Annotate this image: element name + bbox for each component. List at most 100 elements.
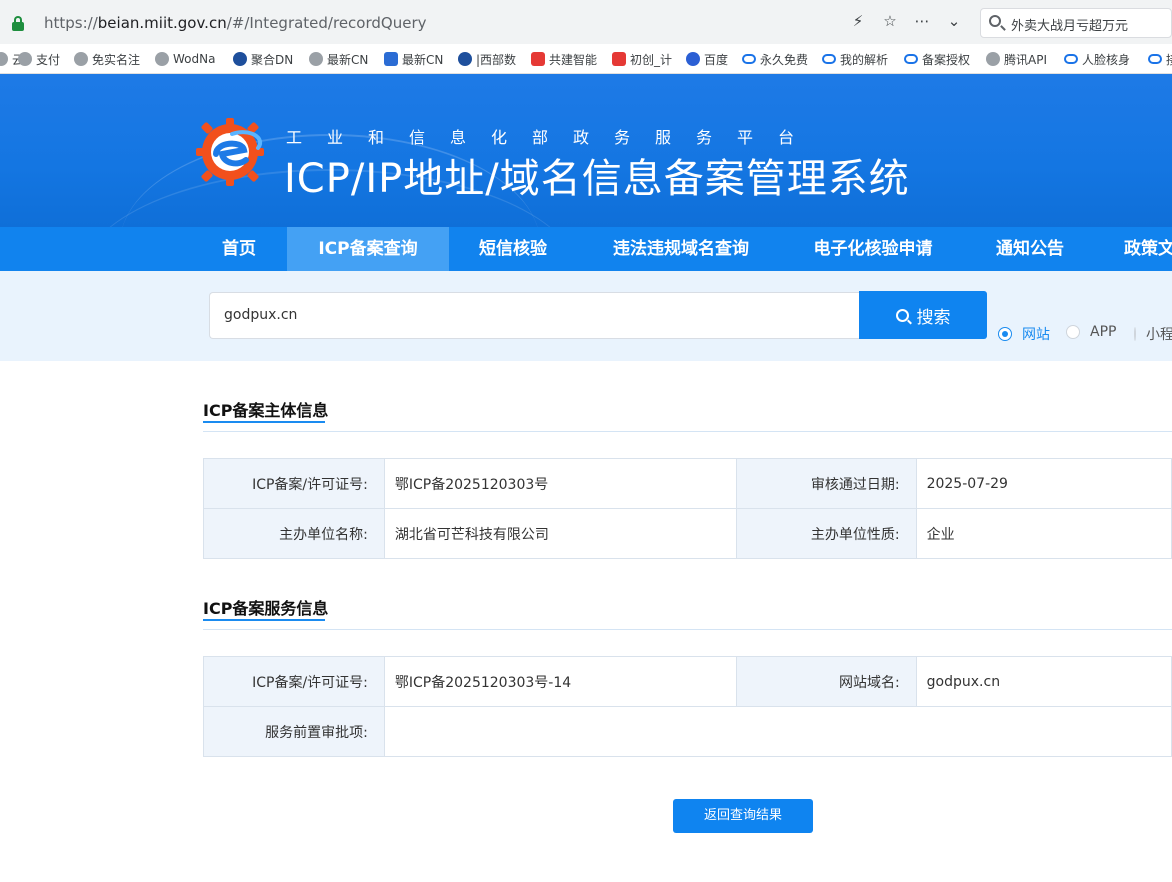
bookmark-item[interactable]: 初创_计: [612, 51, 672, 67]
service-license-value: 鄂ICP备2025120303号-14: [383, 656, 738, 707]
page-title: ICP/IP地址/域名信息备案管理系统: [284, 156, 910, 202]
bookmark-item[interactable]: 永久免费: [742, 51, 808, 67]
radio-label: APP: [1090, 324, 1117, 340]
bookmark-item[interactable]: 共建智能: [531, 51, 597, 67]
table-row: 主办单位名称: 湖北省可芒科技有限公司 主办单位性质: 企业: [203, 508, 1172, 559]
bookmark-item[interactable]: 最新CN: [309, 51, 368, 67]
domain-search-input[interactable]: godpux.cn: [209, 292, 859, 339]
bookmark-item[interactable]: 接: [1148, 51, 1172, 67]
table-row: 服务前置审批项:: [203, 706, 1172, 757]
table-row: ICP备案/许可证号: 鄂ICP备2025120303号-14 网站域名: go…: [203, 656, 1172, 707]
search-button-label: 搜索: [916, 307, 951, 328]
bookmark-label: 初创_计: [630, 52, 673, 67]
bookmark-label: 支付: [36, 52, 61, 67]
bookmark-blue-icon: [384, 52, 398, 66]
domain-label: 网站域名:: [736, 656, 917, 707]
nav-illegal-domain[interactable]: 违法违规域名查询: [588, 227, 774, 271]
bookmark-label: 最新CN: [402, 52, 444, 67]
bookmark-label: 备案授权: [922, 52, 971, 67]
license-label: ICP备案/许可证号:: [203, 458, 385, 509]
nav-home[interactable]: 首页: [200, 227, 278, 271]
bookmark-label: 我的解析: [840, 52, 889, 67]
site-banner: 工业和信息化部政务服务平台 ICP/IP地址/域名信息备案管理系统: [0, 74, 1172, 227]
bookmark-cloud-icon: [904, 54, 918, 64]
bookmark-item[interactable]: 腾讯API: [986, 51, 1047, 67]
bookmark-red-icon: [612, 52, 626, 66]
nav-sms-verify[interactable]: 短信核验: [458, 227, 568, 271]
radio-app[interactable]: APP: [1066, 324, 1116, 340]
org-type-value: 企业: [915, 508, 1172, 559]
search-button[interactable]: 搜索: [859, 291, 987, 339]
address-bar[interactable]: https://beian.miit.gov.cn/#/Integrated/r…: [4, 8, 972, 38]
table-row: ICP备案/许可证号: 鄂ICP备2025120303号 审核通过日期: 202…: [203, 458, 1172, 509]
radio-website[interactable]: 网站: [998, 324, 1050, 344]
miit-logo-icon: [196, 118, 264, 186]
bookmark-item[interactable]: 人脸核身: [1064, 51, 1130, 67]
bookmark-item[interactable]: WodNa: [155, 51, 215, 67]
search-icon: [989, 15, 1001, 27]
bookmark-dark-icon: [458, 52, 472, 66]
bookmark-red-icon: [531, 52, 545, 66]
radio-dot: [1066, 325, 1080, 339]
bookmark-globe-icon: [0, 52, 8, 66]
section-divider: [203, 431, 1172, 432]
service-license-label: ICP备案/许可证号:: [203, 656, 385, 707]
bookmark-item[interactable]: 百度: [686, 51, 728, 67]
bookmark-dark-icon: [233, 52, 247, 66]
bookmark-paw-icon: [686, 52, 700, 66]
nav-notices[interactable]: 通知公告: [976, 227, 1084, 271]
chevron-down-icon[interactable]: ⌄: [944, 12, 964, 30]
bookmark-item[interactable]: 我的解析: [822, 51, 888, 67]
bookmark-label: 百度: [704, 52, 729, 67]
url-text[interactable]: https://beian.miit.gov.cn/#/Integrated/r…: [44, 14, 427, 32]
bookmark-cloud-icon: [1148, 54, 1162, 64]
nav-icp-query[interactable]: ICP备案查询: [287, 227, 449, 271]
section-title-service: ICP备案服务信息: [203, 599, 329, 618]
bookmark-item[interactable]: 支付: [18, 51, 60, 67]
bookmark-label: |西部数: [476, 52, 517, 67]
browser-toolbar: https://beian.miit.gov.cn/#/Integrated/r…: [0, 0, 1172, 44]
bookmark-item[interactable]: 免实名注: [74, 51, 140, 67]
preapproval-label: 服务前置审批项:: [203, 706, 385, 757]
section-underline: [203, 421, 325, 423]
bookmark-label: 聚合DN: [251, 52, 294, 67]
bookmark-item[interactable]: 最新CN: [384, 51, 443, 67]
bookmark-label: 免实名注: [92, 52, 141, 67]
license-value: 鄂ICP备2025120303号: [383, 458, 737, 509]
lightning-icon[interactable]: ⚡: [848, 12, 868, 30]
search-icon: [895, 308, 909, 322]
more-icon[interactable]: ⋯: [912, 12, 932, 30]
star-icon[interactable]: ☆: [880, 12, 900, 30]
bookmark-globe-icon: [155, 52, 169, 66]
bookmark-item[interactable]: 备案授权: [904, 51, 970, 67]
approve-date-label: 审核通过日期:: [735, 458, 917, 509]
approve-date-value: 2025-07-29: [915, 458, 1172, 509]
section-title-subject: ICP备案主体信息: [203, 401, 329, 420]
nav-policies[interactable]: 政策文件: [1104, 227, 1172, 271]
back-to-results-button[interactable]: 返回查询结果: [673, 799, 813, 833]
radio-mini-program[interactable]: 小程序: [1134, 324, 1172, 344]
section-underline: [203, 619, 325, 621]
bookmark-label: 最新CN: [327, 52, 369, 67]
bookmarks-bar: 云支付免实名注WodNa聚合DN最新CN最新CN|西部数共建智能初创_计百度永久…: [0, 44, 1172, 74]
browser-search-text: 外卖大战月亏超万元: [1011, 19, 1129, 34]
bookmark-cloud-icon: [742, 54, 756, 64]
bookmark-globe-icon: [18, 52, 32, 66]
main-nav: 首页 ICP备案查询 短信核验 违法违规域名查询 电子化核验申请 通知公告 政策…: [0, 227, 1172, 271]
preapproval-value: [383, 706, 1172, 757]
bookmark-item[interactable]: 聚合DN: [233, 51, 293, 67]
bookmark-cloud-icon: [1064, 54, 1078, 64]
service-info-table: ICP备案/许可证号: 鄂ICP备2025120303号-14 网站域名: go…: [203, 656, 1172, 757]
bookmark-globe-icon: [74, 52, 88, 66]
nav-e-verify[interactable]: 电子化核验申请: [790, 227, 956, 271]
radio-label: 网站: [1022, 327, 1050, 343]
bookmark-label: 接: [1166, 51, 1172, 68]
browser-search-box[interactable]: 外卖大战月亏超万元: [980, 8, 1172, 38]
bookmark-label: WodNa: [173, 52, 216, 66]
bookmark-item[interactable]: |西部数: [458, 51, 516, 67]
radio-label: 小程序: [1146, 327, 1172, 343]
org-type-label: 主办单位性质:: [735, 508, 917, 559]
radio-dot: [998, 327, 1012, 341]
lock-icon: [12, 16, 24, 31]
org-name-label: 主办单位名称:: [203, 508, 385, 559]
